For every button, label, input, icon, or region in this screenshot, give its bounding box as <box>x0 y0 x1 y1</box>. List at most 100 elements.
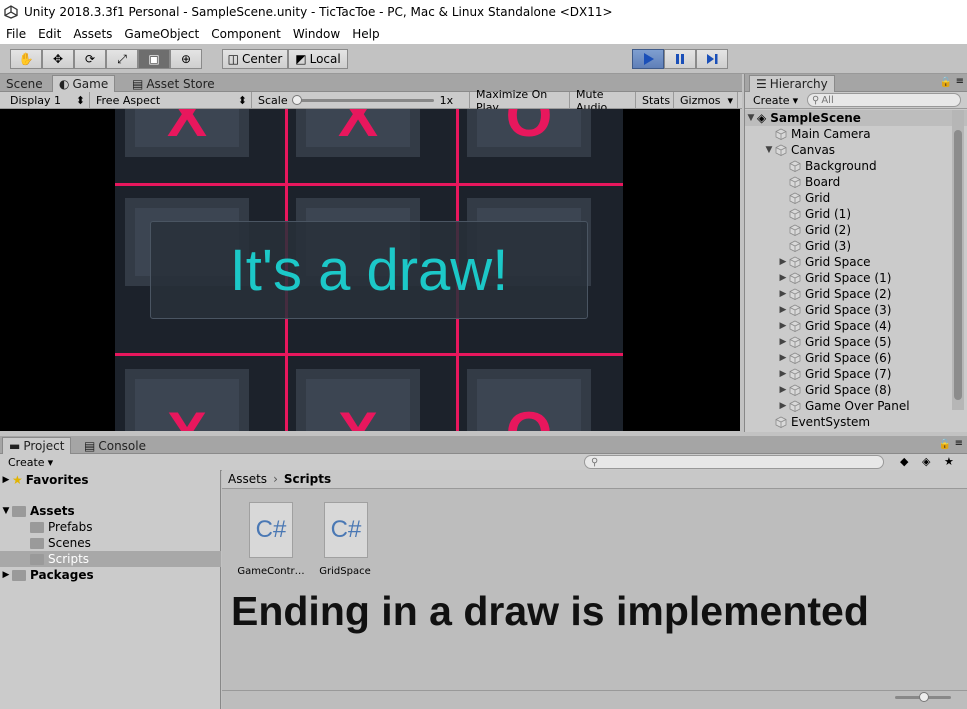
script-file-icon[interactable]: C# <box>324 502 368 558</box>
tab-asset-store[interactable]: ▤ Asset Store <box>126 75 221 92</box>
hierarchy-item[interactable]: Grid <box>745 190 955 206</box>
hierarchy-item[interactable]: Grid (3) <box>745 238 955 254</box>
hierarchy-item[interactable]: Background <box>745 158 955 174</box>
rotate-tool-button[interactable]: ⟳ <box>74 49 106 69</box>
expand-arrow-icon[interactable]: ▶ <box>777 369 789 379</box>
folder-label: Prefabs <box>48 520 93 534</box>
hierarchy-scene-row[interactable]: ▼ ◈ SampleScene ≡ <box>745 110 967 126</box>
scale-thumb[interactable] <box>291 95 302 105</box>
hierarchy-item[interactable]: Grid (1) <box>745 206 955 222</box>
pivot-local-button[interactable]: ◩ Local <box>288 49 348 69</box>
project-folder-tree: ▶ ★ Favorites ▼ Assets Prefabs Scenes Sc… <box>0 470 221 709</box>
tab-project[interactable]: ▬ Project <box>2 437 72 454</box>
cell-mark: O <box>505 109 553 149</box>
expand-arrow-icon[interactable]: ▶ <box>0 570 12 580</box>
scale-tool-button[interactable]: ⤢ <box>106 49 138 69</box>
expand-arrow-icon[interactable]: ▶ <box>777 337 789 347</box>
hierarchy-item[interactable]: ▶ Grid Space (6) <box>745 350 955 366</box>
pivot-center-button[interactable]: ◫ Center <box>222 49 288 69</box>
scale-track[interactable] <box>291 95 434 105</box>
expand-arrow-icon[interactable]: ▼ <box>763 145 775 155</box>
maximize-on-play-toggle[interactable]: Maximize On Play <box>472 88 570 114</box>
mute-audio-toggle[interactable]: Mute Audio <box>572 88 636 114</box>
hierarchy-item[interactable]: ▶ Grid Space (7) <box>745 366 955 382</box>
hierarchy-item[interactable]: ▶ Grid Space (8) <box>745 382 955 398</box>
hierarchy-item[interactable]: ▶ Game Over Panel <box>745 398 955 414</box>
hierarchy-item[interactable]: ▶ Grid Space (3) <box>745 302 955 318</box>
filter-type-icon[interactable]: ◆ <box>900 455 908 468</box>
hierarchy-create-button[interactable]: Create ▾ <box>749 92 803 109</box>
display-select[interactable]: Display 1 ⬍ <box>6 92 90 109</box>
step-button[interactable] <box>696 49 728 69</box>
transform-tool-button[interactable]: ⊕ <box>170 49 202 69</box>
aspect-select[interactable]: Free Aspect ⬍ <box>92 92 252 109</box>
hierarchy-item[interactable]: ▶ Grid Space <box>745 254 955 270</box>
move-tool-button[interactable]: ✥ <box>42 49 74 69</box>
rect-tool-button[interactable]: ▣ <box>138 49 170 69</box>
tab-game[interactable]: ◐ Game <box>52 75 116 92</box>
hierarchy-item[interactable]: ▼ Canvas <box>745 142 955 158</box>
hierarchy-item[interactable]: Grid (2) <box>745 222 955 238</box>
menu-gameobject[interactable]: GameObject <box>118 27 205 41</box>
hierarchy-item[interactable]: EventSystem <box>745 414 955 430</box>
expand-arrow-icon[interactable]: ▶ <box>777 257 789 267</box>
stats-toggle[interactable]: Stats <box>638 92 674 109</box>
menu-component[interactable]: Component <box>205 27 287 41</box>
project-create-button[interactable]: Create ▾ <box>4 454 58 471</box>
hierarchy-scroll-thumb[interactable] <box>954 130 962 400</box>
gizmos-toggle[interactable]: Gizmos ▾ <box>676 92 738 109</box>
play-button[interactable] <box>632 49 664 69</box>
expand-arrow-icon[interactable]: ▶ <box>777 401 789 411</box>
expand-arrow-icon[interactable]: ▶ <box>777 385 789 395</box>
hierarchy-item[interactable]: ▶ Grid Space (5) <box>745 334 955 350</box>
lock-icon[interactable]: 🔒 <box>940 77 952 88</box>
hierarchy-item[interactable]: Main Camera <box>745 126 955 142</box>
hierarchy-item[interactable]: ▶ Grid Space (2) <box>745 286 955 302</box>
hierarchy-search-input[interactable]: ⚲ All <box>807 93 961 107</box>
menu-assets[interactable]: Assets <box>67 27 118 41</box>
packages-row[interactable]: ▶ Packages <box>0 567 221 583</box>
script-file-icon[interactable]: C# <box>249 502 293 558</box>
lock-icon[interactable]: 🔒 <box>939 439 951 450</box>
tab-scene[interactable]: Scene <box>0 75 49 92</box>
expand-arrow-icon[interactable]: ▶ <box>777 289 789 299</box>
scale-slider[interactable]: Scale 1x <box>254 92 470 109</box>
pause-button[interactable] <box>664 49 696 69</box>
folder-scenes[interactable]: Scenes <box>0 535 221 551</box>
tab-hierarchy[interactable]: ☰ Hierarchy <box>749 75 835 92</box>
menu-help[interactable]: Help <box>346 27 385 41</box>
hierarchy-item[interactable]: ▶ Grid Space (1) <box>745 270 955 286</box>
panel-menu-icon[interactable]: ≡ <box>955 438 963 449</box>
expand-arrow-icon[interactable]: ▶ <box>777 321 789 331</box>
hand-tool-button[interactable]: ✋ <box>10 49 42 69</box>
panel-menu-icon[interactable]: ≡ <box>956 76 964 87</box>
game-view[interactable]: X X O X X O It's a draw! <box>0 109 740 431</box>
expand-arrow-icon[interactable]: ▶ <box>0 475 12 485</box>
expand-arrow-icon[interactable]: ▶ <box>777 305 789 315</box>
favorites-row[interactable]: ▶ ★ Favorites <box>0 472 221 488</box>
zoom-slider[interactable] <box>895 692 951 702</box>
favorite-star-icon[interactable]: ★ <box>944 455 954 468</box>
breadcrumb-assets[interactable]: Assets <box>228 472 267 486</box>
project-search-input[interactable]: ⚲ <box>584 455 884 469</box>
expand-arrow-icon[interactable]: ▼ <box>0 506 12 516</box>
tab-console[interactable]: ▤ Console <box>78 437 152 454</box>
expand-arrow-icon[interactable]: ▼ <box>745 113 757 123</box>
assets-row[interactable]: ▼ Assets <box>0 503 221 519</box>
folder-prefabs[interactable]: Prefabs <box>0 519 221 535</box>
menu-edit[interactable]: Edit <box>32 27 67 41</box>
expand-arrow-icon[interactable]: ▶ <box>777 273 789 283</box>
hierarchy-item-label: Grid (1) <box>805 207 851 221</box>
menu-window[interactable]: Window <box>287 27 346 41</box>
zoom-slider-thumb[interactable] <box>919 692 929 702</box>
folder-scripts[interactable]: Scripts <box>0 551 221 567</box>
gameobject-cube-icon <box>775 128 787 140</box>
hierarchy-item[interactable]: Board <box>745 174 955 190</box>
cell-mark: X <box>296 399 420 431</box>
breadcrumb-scripts[interactable]: Scripts <box>284 472 331 486</box>
filter-label-icon[interactable]: ◈ <box>922 455 930 468</box>
menu-file[interactable]: File <box>0 27 32 41</box>
expand-arrow-icon[interactable]: ▶ <box>777 353 789 363</box>
hierarchy-item[interactable]: ▶ Grid Space (4) <box>745 318 955 334</box>
folder-icon <box>12 569 26 581</box>
